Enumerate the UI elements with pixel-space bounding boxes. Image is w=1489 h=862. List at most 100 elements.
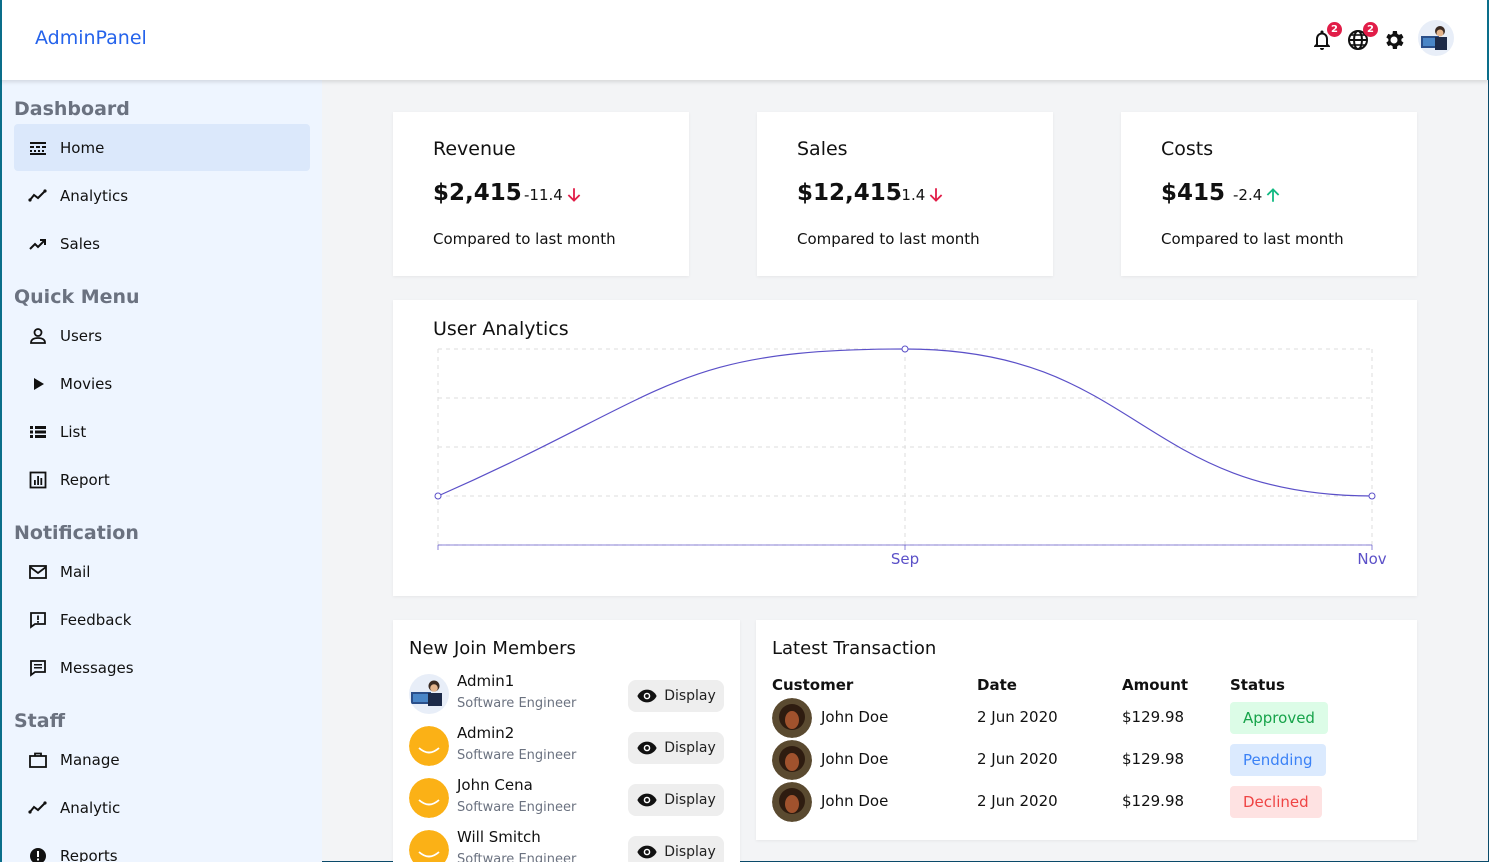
customer-photo-icon (772, 698, 812, 738)
smiley-icon (409, 830, 449, 862)
stat-subtitle: Compared to last month (797, 230, 980, 248)
transaction-date: 2 Jun 2020 (977, 792, 1058, 810)
customer-avatar (772, 782, 812, 822)
sidebar-item-manage[interactable]: Manage (14, 736, 310, 783)
arrow-down-icon (930, 188, 943, 202)
display-button[interactable]: Display (628, 732, 724, 764)
sidebar-item-reports[interactable]: Reports (14, 832, 310, 862)
display-button-label: Display (664, 688, 716, 704)
settings-button[interactable] (1382, 28, 1406, 52)
eye-icon (637, 689, 657, 703)
arrow-up-icon (1267, 188, 1280, 202)
member-role: Software Engineer (457, 696, 577, 711)
column-header-date: Date (977, 676, 1017, 694)
sidebar-item-label: Users (60, 326, 103, 345)
status-badge-declined[interactable]: Declined (1230, 786, 1322, 818)
sidebar-item-label: Home (60, 138, 105, 157)
member-role: Software Engineer (457, 852, 577, 862)
column-header-status: Status (1230, 676, 1285, 694)
play-icon (34, 377, 44, 390)
transaction-amount: $129.98 (1122, 708, 1185, 726)
language-button[interactable]: 2 (1346, 22, 1378, 52)
data-point (434, 492, 442, 500)
table-row: John Doe 2 Jun 2020 $129.98 Declined (772, 782, 1412, 822)
notification-badge: 2 (1327, 22, 1342, 37)
x-tick-label: Sep (891, 550, 919, 568)
members-title: New Join Members (409, 638, 576, 659)
new-members-card: New Join Members Admin1 Software Enginee… (393, 620, 740, 862)
customer-name: John Doe (821, 750, 889, 768)
sidebar-item-label: Manage (60, 750, 120, 769)
smiley-icon (409, 778, 449, 818)
sidebar-item-sales[interactable]: Sales (14, 220, 310, 267)
person-icon (30, 327, 46, 344)
transaction-amount: $129.98 (1122, 750, 1185, 768)
display-button[interactable]: Display (628, 784, 724, 816)
status-badge-approved[interactable]: Approved (1230, 702, 1328, 734)
stat-subtitle: Compared to last month (1161, 230, 1344, 248)
stat-value: $12,415 (797, 180, 902, 206)
member-role: Software Engineer (457, 800, 577, 815)
customer-avatar (772, 740, 812, 780)
sidebar-item-label: Feedback (60, 610, 132, 629)
column-header-amount: Amount (1122, 676, 1189, 694)
status-badge-pending[interactable]: Pendding (1230, 744, 1326, 776)
customer-photo-icon (772, 782, 812, 822)
sidebar-item-label: Reports (60, 846, 118, 862)
language-badge: 2 (1363, 22, 1378, 37)
sidebar-item-movies[interactable]: Movies (14, 360, 310, 407)
sidebar-item-label: Analytics (60, 186, 129, 205)
trending-up-icon (29, 238, 46, 250)
transaction-amount: $129.98 (1122, 792, 1185, 810)
notifications-button[interactable]: 2 (1310, 22, 1342, 52)
x-tick-label: Nov (1357, 550, 1386, 568)
display-button[interactable]: Display (628, 680, 724, 712)
sidebar-item-analytic[interactable]: Analytic (14, 784, 310, 831)
sidebar-section-notification: Notification (14, 522, 139, 544)
transactions-title: Latest Transaction (772, 638, 937, 659)
display-button-label: Display (664, 792, 716, 808)
stat-title: Revenue (433, 138, 516, 160)
sidebar-item-analytics[interactable]: Analytics (14, 172, 310, 219)
member-role: Software Engineer (457, 748, 577, 763)
member-name: John Cena (457, 776, 533, 794)
transaction-date: 2 Jun 2020 (977, 708, 1058, 726)
error-icon (30, 847, 46, 862)
transaction-date: 2 Jun 2020 (977, 750, 1058, 768)
stat-delta: -11.4 (524, 186, 583, 204)
stat-delta-value: -1.4 (896, 186, 926, 204)
data-point (1368, 492, 1376, 500)
customer-name: John Doe (821, 792, 889, 810)
sidebar-item-users[interactable]: Users (14, 312, 310, 359)
member-avatar (409, 674, 449, 714)
feedback-icon (30, 611, 46, 629)
logo[interactable]: AdminPanel (35, 27, 147, 49)
user-photo-icon (411, 680, 442, 706)
sidebar-section-staff: Staff (14, 710, 65, 732)
eye-icon (637, 793, 657, 807)
user-analytics-chart: Sep Nov (434, 345, 1387, 568)
stat-delta-value: -11.4 (524, 186, 563, 204)
sidebar-item-list[interactable]: List (14, 408, 310, 455)
sidebar-item-mail[interactable]: Mail (14, 548, 310, 595)
stat-delta: -2.4 (1233, 186, 1282, 204)
sidebar-item-feedback[interactable]: Feedback (14, 596, 310, 643)
sidebar-item-label: Messages (60, 658, 134, 677)
sidebar-item-home[interactable]: Home (14, 124, 310, 171)
sidebar-item-report[interactable]: Report (14, 456, 310, 503)
sidebar-item-label: Report (60, 470, 110, 489)
stat-card-costs: Costs $415 -2.4 Compared to last month (1121, 112, 1417, 276)
sidebar-item-label: Sales (60, 234, 100, 253)
sidebar-item-label: List (60, 422, 87, 441)
profile-avatar[interactable] (1418, 20, 1454, 56)
timeline-icon (28, 800, 47, 814)
stat-value: $415 (1161, 180, 1226, 206)
table-row: John Doe 2 Jun 2020 $129.98 Approved (772, 698, 1412, 738)
sidebar-item-messages[interactable]: Messages (14, 644, 310, 691)
stat-card-sales: Sales $12,415 -1.4 Compared to last mont… (757, 112, 1053, 276)
customer-avatar (772, 698, 812, 738)
top-bar: AdminPanel 2 2 (0, 0, 1489, 80)
display-button[interactable]: Display (628, 836, 724, 862)
line-style-icon (30, 141, 46, 155)
member-avatar (409, 830, 449, 862)
